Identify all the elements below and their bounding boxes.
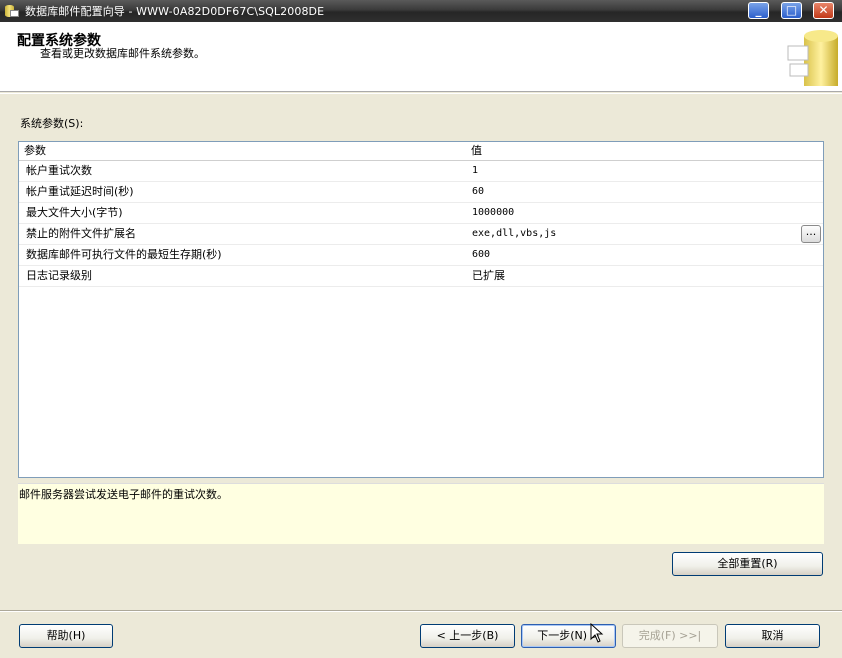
minimize-icon[interactable]: _ [748,2,769,19]
system-params-label: 系统参数(S): [20,117,84,130]
description-text: 邮件服务器尝试发送电子邮件的重试次数。 [19,488,228,501]
table-row[interactable]: 帐户重试延迟时间(秒) 60 [19,182,823,203]
window-title: 数据库邮件配置向导 - WWW-0A82D0DF67C\SQL2008DE [25,5,325,18]
description-panel: 邮件服务器尝试发送电子邮件的重试次数。 [18,483,824,544]
table-row[interactable]: 数据库邮件可执行文件的最短生存期(秒) 600 [19,245,823,266]
table-row[interactable]: 禁止的附件文件扩展名 exe,dll,vbs,js ... [19,224,823,245]
param-value-retry-delay[interactable]: 60 [466,182,823,202]
table-row[interactable]: 帐户重试次数 1 [19,161,823,182]
param-name: 帐户重试延迟时间(秒) [26,185,134,198]
param-name: 禁止的附件文件扩展名 [26,227,136,240]
param-name: 最大文件大小(字节) [26,206,123,219]
param-name: 帐户重试次数 [26,164,92,177]
back-button[interactable]: < 上一步(B) [420,624,515,648]
ellipsis-button[interactable]: ... [801,225,821,243]
param-value-logging-level[interactable]: 已扩展 [466,266,823,286]
param-value-max-file-size[interactable]: 1000000 [466,203,823,223]
column-header-parameter: 参数 [24,144,46,157]
database-mail-icon [3,3,19,19]
mouse-pointer-icon [590,623,604,643]
finish-button[interactable]: 完成(F) >>| [622,624,718,648]
title-bar: 数据库邮件配置向导 - WWW-0A82D0DF67C\SQL2008DE _ … [0,0,842,22]
header-separator [0,93,842,95]
help-button[interactable]: 帮助(H) [19,624,113,648]
table-row[interactable]: 日志记录级别 已扩展 [19,266,823,287]
reset-all-button[interactable]: 全部重置(R) [672,552,823,576]
column-header-value: 值 [471,144,482,157]
table-row[interactable]: 最大文件大小(字节) 1000000 [19,203,823,224]
maximize-icon[interactable]: □ [781,2,802,19]
footer-separator [0,610,842,612]
database-mail-logo-icon [787,30,838,86]
close-icon[interactable]: ✕ [813,2,834,19]
cancel-button[interactable]: 取消 [725,624,820,648]
param-name: 日志记录级别 [26,269,92,282]
parameters-grid[interactable]: 参数 值 帐户重试次数 1 帐户重试延迟时间(秒) 60 最大文件大小(字节) … [18,141,824,478]
param-name: 数据库邮件可执行文件的最短生存期(秒) [26,248,222,261]
param-value-account-retry[interactable]: 1 [466,161,823,181]
param-value-prohibited-extensions[interactable]: exe,dll,vbs,js [466,224,823,244]
param-value-min-lifetime[interactable]: 600 [466,245,823,265]
page-subtitle: 查看或更改数据库邮件系统参数。 [40,47,205,60]
wizard-header: 配置系统参数 查看或更改数据库邮件系统参数。 [0,22,842,92]
grid-header: 参数 值 [19,142,823,161]
